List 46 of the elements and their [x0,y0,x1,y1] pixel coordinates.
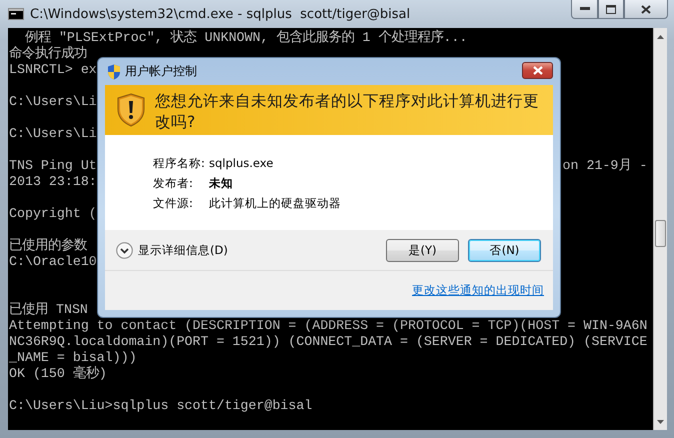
scrollbar[interactable] [653,28,667,430]
scroll-thumb[interactable] [655,220,666,247]
chevron-down-icon[interactable] [116,242,133,258]
dialog-button[interactable]: 是(Y) [386,238,459,262]
dialog-button[interactable]: 否(N) [468,238,541,262]
minimize-icon [580,7,590,11]
warning-shield-icon [117,93,145,127]
console-line: C:\Users\Li [9,94,97,110]
console-line: TNS Ping Ut [9,158,97,174]
dialog-heading: 您想允许来自未知发布者的以下程序对此计算机进行更改吗? [155,91,540,133]
close-button[interactable] [522,62,553,79]
detail-value: 此计算机上的硬盘驱动器 [209,195,342,212]
console-line: Attempting to contact (DESCRIPTION = (ADDRESS = (PROTOCOL = TCP)(HOST = WIN-9A6N [9,318,648,334]
detail-value: sqlplus.exe [209,155,274,172]
console-line: _NAME = bisal))) [9,350,137,366]
close-icon [641,4,651,14]
detail-label: 文件源: [153,195,194,212]
notification-settings-link[interactable]: 更改这些通知的出现时间 [412,283,544,298]
console-line: Copyright ( [9,206,97,222]
maximize-button[interactable] [598,0,624,19]
console-icon [8,8,24,20]
console-line: C:\Users\Li [9,126,97,142]
detail-value: 未知 [209,175,234,192]
down-arrow-icon[interactable] [657,420,664,424]
console-line: 命令执行成功 [9,46,87,62]
dialog-title: 用户帐户控制 [125,63,197,80]
up-arrow-icon[interactable] [657,34,664,38]
console-line: LSNRCTL> ex [9,62,97,78]
console-line: 已使用 TNSN [9,302,88,318]
console-line: 已使用的参数 [9,238,87,254]
console-line: 例程 "PLSExtProc", 状态 UNKNOWN, 包含此服务的 1 个处理程序... [24,30,468,46]
console-line: C:\Oracle10 [9,254,97,270]
minimize-button[interactable] [571,0,598,19]
show-details-toggle[interactable]: 显示详细信息(D) [116,242,228,258]
shield-icon [107,64,121,80]
detail-label: 发布者: [153,175,194,192]
maximize-icon [606,4,616,14]
console-line: on 21-9月 - [562,158,648,174]
close-button[interactable] [624,0,668,19]
window-title: C:\Windows\system32\cmd.exe - sqlplus scott/tiger@bisal [30,6,410,22]
console-line: NC36R9Q.localdomain)(PORT = 1521)) (CONNECT_DATA = (SERVER = DEDICATED) (SERVICE [9,334,648,350]
console-line: 2013 23:18: [9,174,97,190]
console-line: C:\Users\Liu>sqlplus scott/tiger@bisal [9,398,312,414]
close-icon [532,66,542,75]
detail-label: 程序名称: [153,155,206,172]
console-line: OK (150 毫秒) [9,366,107,382]
